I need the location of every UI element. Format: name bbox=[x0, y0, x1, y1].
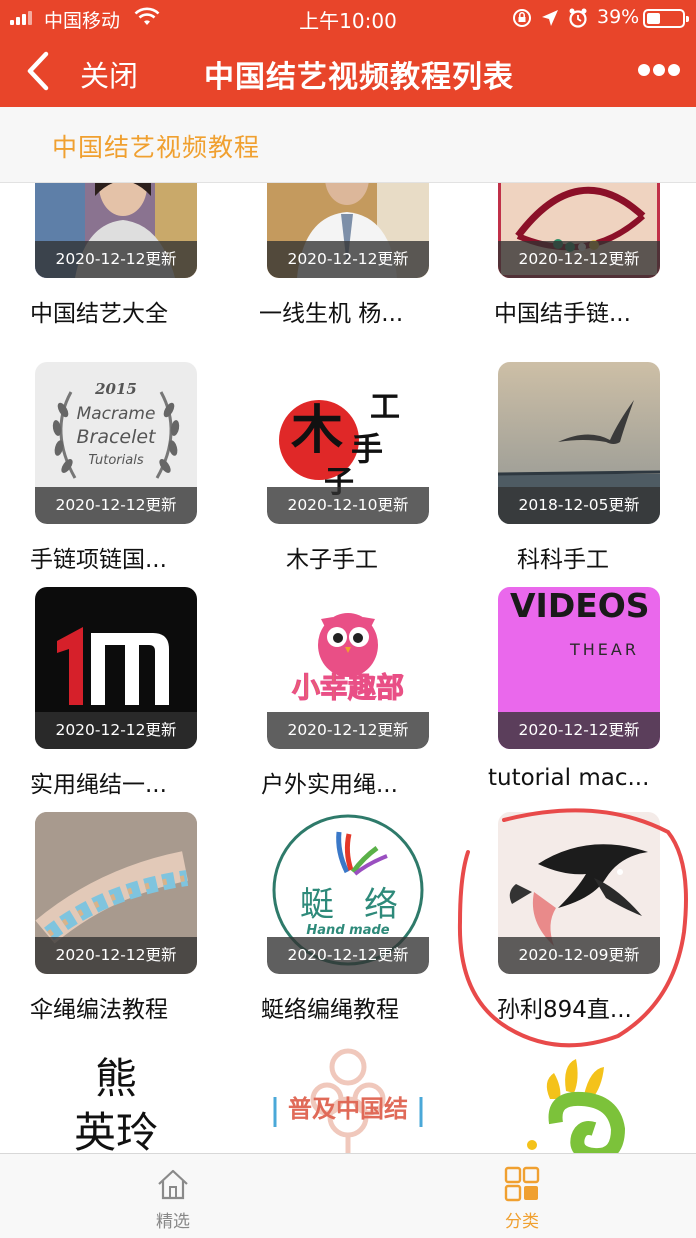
category-grid-icon bbox=[504, 1166, 540, 1202]
alarm-icon bbox=[569, 8, 587, 28]
update-date: 2020-12-12更新 bbox=[267, 712, 429, 749]
video-card[interactable]: 普及中国结 bbox=[267, 1037, 429, 1153]
video-title: 中国结艺大全 bbox=[30, 301, 168, 327]
video-thumbnail: 2018-12-05更新 bbox=[498, 362, 660, 524]
video-thumbnail: 普及中国结 bbox=[267, 1037, 429, 1153]
more-options-icon[interactable] bbox=[634, 64, 684, 78]
video-card[interactable]: 蜓 络 Hand made 2020-12-12更新 蜓络编绳教程 bbox=[261, 812, 429, 1023]
update-date: 2020-12-12更新 bbox=[267, 937, 429, 974]
battery-icon bbox=[643, 9, 689, 28]
home-icon bbox=[158, 1169, 188, 1200]
video-card[interactable]: 2018-12-05更新 科科手工 bbox=[498, 362, 660, 573]
video-thumbnail: 蜓 络 Hand made 2020-12-12更新 bbox=[267, 812, 429, 974]
update-date: 2018-12-05更新 bbox=[498, 487, 660, 524]
video-thumbnail bbox=[498, 1037, 660, 1153]
svg-text:THEAR: THEAR bbox=[569, 640, 639, 659]
video-card[interactable]: 2020-12-12更新 一线生机 杨... bbox=[259, 183, 429, 327]
video-card[interactable]: VIDEOS THEAR 2020-12-12更新 tutorial mac..… bbox=[488, 587, 660, 797]
tab-category[interactable]: 分类 bbox=[462, 1154, 582, 1238]
svg-text:手: 手 bbox=[351, 430, 383, 468]
update-date: 2020-12-12更新 bbox=[498, 241, 660, 278]
svg-text:熊: 熊 bbox=[95, 1054, 137, 1103]
navigation-bar: 关闭 中国结艺视频教程列表 bbox=[0, 36, 696, 107]
update-date: 2020-12-09更新 bbox=[498, 937, 660, 974]
update-date: 2020-12-12更新 bbox=[35, 487, 197, 524]
video-thumbnail: 2020-12-12更新 bbox=[35, 183, 197, 278]
video-title: 孙利894直... bbox=[497, 997, 632, 1023]
update-date: 2020-12-12更新 bbox=[35, 937, 197, 974]
video-card[interactable]: 小幸趣部 2020-12-12更新 户外实用绳... bbox=[261, 587, 429, 798]
video-title: 户外实用绳... bbox=[261, 772, 398, 798]
video-card[interactable] bbox=[498, 1037, 660, 1153]
video-thumbnail: 2015 Macrame Bracelet Tutorials 2020-12-… bbox=[35, 362, 197, 524]
video-title: 实用绳结一... bbox=[30, 772, 167, 798]
top-bar: 中国移动 上午10:00 39% 关闭 中国结艺视频教程列表 bbox=[0, 0, 696, 107]
svg-text:小幸趣部: 小幸趣部 bbox=[292, 671, 404, 704]
svg-text:Hand made: Hand made bbox=[306, 923, 389, 938]
update-date: 2020-12-10更新 bbox=[267, 487, 429, 524]
video-thumbnail: 2020-12-12更新 bbox=[267, 183, 429, 278]
video-title: 科科手工 bbox=[517, 547, 609, 573]
rotation-lock-icon bbox=[513, 9, 531, 27]
update-date: 2020-12-12更新 bbox=[35, 712, 197, 749]
status-bar: 中国移动 上午10:00 39% bbox=[0, 0, 696, 36]
chinese-knot-logo-icon: 普及中国结 bbox=[267, 1037, 429, 1153]
svg-text:Bracelet: Bracelet bbox=[76, 426, 157, 448]
category-title: 中国结艺视频教程 bbox=[52, 133, 261, 162]
svg-text:蜓: 蜓 bbox=[300, 885, 334, 925]
video-title: 蜓络编绳教程 bbox=[261, 997, 399, 1023]
tab-featured[interactable]: 精选 bbox=[113, 1154, 233, 1238]
close-button[interactable]: 关闭 bbox=[80, 53, 138, 95]
calligraphy-text-icon: 熊 英玲 bbox=[35, 1037, 197, 1153]
location-icon bbox=[542, 10, 558, 26]
battery-percent: 39% bbox=[597, 6, 640, 28]
video-thumbnail: 2020-12-12更新 bbox=[498, 183, 660, 278]
video-title: 一线生机 杨... bbox=[259, 301, 404, 327]
video-card[interactable]: 熊 英玲 bbox=[35, 1037, 197, 1153]
video-card[interactable]: 2020-12-12更新 伞绳编法教程 bbox=[30, 812, 197, 1023]
hand-logo-icon bbox=[498, 1037, 660, 1153]
svg-text:木: 木 bbox=[291, 400, 343, 461]
svg-text:Macrame: Macrame bbox=[77, 404, 156, 424]
svg-text:VIDEOS: VIDEOS bbox=[510, 587, 650, 625]
video-card[interactable]: 木 子 手 工 2020-12-10更新 木子手工 bbox=[267, 362, 429, 573]
update-date: 2020-12-12更新 bbox=[267, 241, 429, 278]
video-title: 伞绳编法教程 bbox=[30, 997, 168, 1023]
video-grid: 2020-12-12更新 中国结艺大全 2020-12-12更新 一线生机 杨.… bbox=[0, 183, 696, 1153]
bottom-tab-bar: 精选 分类 bbox=[0, 1153, 696, 1238]
video-title: 木子手工 bbox=[286, 547, 378, 573]
update-date: 2020-12-12更新 bbox=[498, 712, 660, 749]
video-card[interactable]: 2020-12-12更新 实用绳结一... bbox=[30, 587, 197, 798]
svg-text:英玲: 英玲 bbox=[74, 1108, 158, 1153]
video-thumbnail: 2020-12-12更新 bbox=[35, 812, 197, 974]
page-title: 中国结艺视频教程列表 bbox=[204, 60, 514, 95]
video-title: tutorial mac... bbox=[488, 765, 650, 791]
category-header: 中国结艺视频教程 bbox=[0, 107, 696, 183]
svg-text:普及中国结: 普及中国结 bbox=[288, 1095, 408, 1123]
video-title: 手链项链国... bbox=[30, 547, 167, 573]
status-icons bbox=[513, 8, 587, 28]
video-card[interactable]: 2015 Macrame Bracelet Tutorials 2020-12-… bbox=[30, 362, 197, 573]
back-arrow-icon[interactable] bbox=[20, 50, 60, 92]
svg-text:络: 络 bbox=[364, 885, 398, 925]
svg-text:工: 工 bbox=[370, 390, 400, 425]
tab-label: 分类 bbox=[505, 1212, 539, 1232]
svg-text:Tutorials: Tutorials bbox=[88, 453, 143, 468]
video-card[interactable]: 2020-12-12更新 中国结手链... bbox=[494, 183, 660, 327]
video-thumbnail: VIDEOS THEAR 2020-12-12更新 bbox=[498, 587, 660, 749]
video-thumbnail: 熊 英玲 bbox=[35, 1037, 197, 1153]
video-thumbnail: 小幸趣部 2020-12-12更新 bbox=[267, 587, 429, 749]
video-card[interactable]: 2020-12-12更新 中国结艺大全 bbox=[30, 183, 197, 327]
svg-text:2015: 2015 bbox=[94, 380, 137, 398]
battery-fill bbox=[647, 13, 660, 24]
video-title: 中国结手链... bbox=[494, 301, 631, 327]
video-thumbnail: 木 子 手 工 2020-12-10更新 bbox=[267, 362, 429, 524]
video-card[interactable]: 2020-12-09更新 孙利894直... bbox=[497, 812, 660, 1023]
tab-label: 精选 bbox=[156, 1212, 190, 1232]
video-thumbnail: 2020-12-12更新 bbox=[35, 587, 197, 749]
update-date: 2020-12-12更新 bbox=[35, 241, 197, 278]
video-thumbnail: 2020-12-09更新 bbox=[498, 812, 660, 974]
